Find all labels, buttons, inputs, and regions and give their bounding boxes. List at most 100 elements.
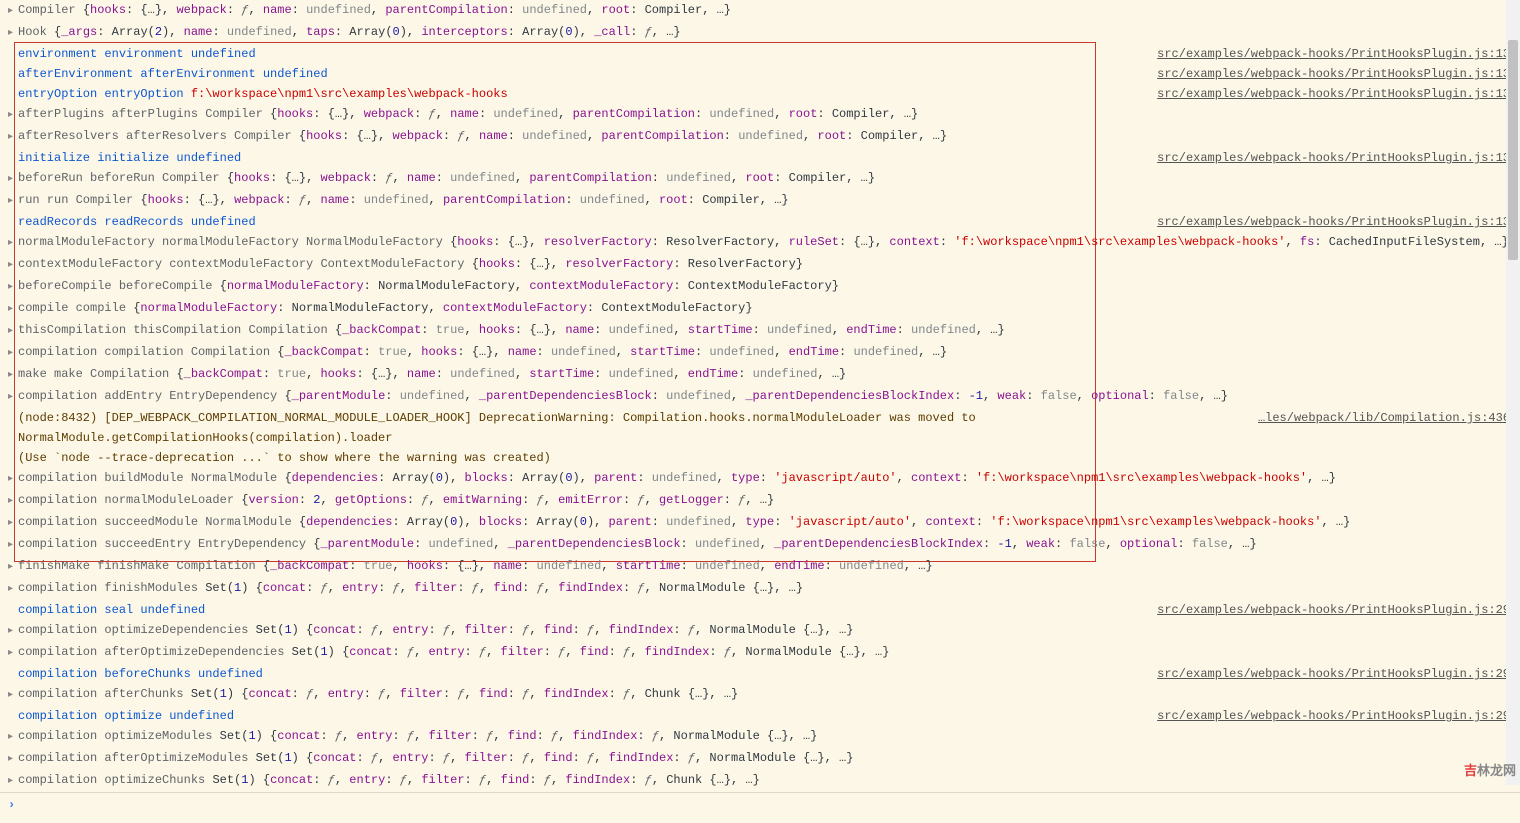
expand-icon[interactable]	[8, 578, 18, 600]
source-link[interactable]: src/examples/webpack-hooks/PrintHooksPlu…	[1157, 84, 1516, 104]
watermark-rest: 林龙网	[1477, 763, 1516, 778]
console-row[interactable]: compile compile {normalModuleFactory: No…	[0, 298, 1520, 320]
source-link[interactable]: …les/webpack/lib/Compilation.js:436	[1258, 408, 1516, 428]
console-row[interactable]: compilation succeedModule NormalModule {…	[0, 512, 1520, 534]
console-message: (node:8432) [DEP_WEBPACK_COMPILATION_NOR…	[18, 408, 1246, 448]
console-output: Compiler {hooks: {…}, webpack: ƒ, name: …	[0, 0, 1520, 823]
source-link[interactable]: src/examples/webpack-hooks/PrintHooksPlu…	[1157, 664, 1516, 684]
console-row[interactable]: compilation optimizeDependencies Set(1) …	[0, 620, 1520, 642]
source-link[interactable]: src/examples/webpack-hooks/PrintHooksPlu…	[1157, 148, 1516, 168]
console-message: beforeCompile beforeCompile {normalModul…	[18, 276, 1516, 296]
console-row[interactable]: Hook {_args: Array(2), name: undefined, …	[0, 22, 1520, 44]
console-row[interactable]: compilation addEntry EntryDependency {_p…	[0, 386, 1520, 408]
expand-icon[interactable]	[8, 104, 18, 126]
source-link[interactable]: src/examples/webpack-hooks/PrintHooksPlu…	[1157, 212, 1516, 232]
console-row[interactable]: compilation afterChunks Set(1) {concat: …	[0, 684, 1520, 706]
console-message: Hook {_args: Array(2), name: undefined, …	[18, 22, 1516, 42]
expand-icon[interactable]	[8, 232, 18, 254]
console-row[interactable]: afterPlugins afterPlugins Compiler {hook…	[0, 104, 1520, 126]
expand-icon[interactable]	[8, 620, 18, 642]
console-row[interactable]: normalModuleFactory normalModuleFactory …	[0, 232, 1520, 254]
console-message: entryOption entryOption f:\workspace\npm…	[18, 84, 1145, 104]
console-row[interactable]: compilation seal undefined src/examples/w…	[0, 600, 1520, 620]
expand-icon[interactable]	[8, 534, 18, 556]
console-row[interactable]: (Use `node --trace-deprecation ...` to s…	[0, 448, 1520, 468]
watermark-highlight: 吉	[1464, 763, 1477, 778]
console-message: compilation compilation Compilation {_ba…	[18, 342, 1516, 362]
console-row[interactable]: compilation beforeChunks undefinedsrc/ex…	[0, 664, 1520, 684]
console-message: afterPlugins afterPlugins Compiler {hook…	[18, 104, 1516, 124]
console-row[interactable]: finishMake finishMake Compilation {_back…	[0, 556, 1520, 578]
console-row[interactable]: thisCompilation thisCompilation Compilat…	[0, 320, 1520, 342]
source-link[interactable]: src/examples/webpack-hooks/PrintHooksPlu…	[1157, 600, 1516, 620]
console-row[interactable]: beforeCompile beforeCompile {normalModul…	[0, 276, 1520, 298]
console-message: compilation buildModule NormalModule {de…	[18, 468, 1516, 488]
console-row[interactable]: readRecords readRecords undefined src/exa…	[0, 212, 1520, 232]
expand-icon[interactable]	[8, 748, 18, 770]
console-message: compilation succeedModule NormalModule {…	[18, 512, 1516, 532]
console-row[interactable]: compilation optimizeModules Set(1) {conc…	[0, 726, 1520, 748]
console-message: finishMake finishMake Compilation {_back…	[18, 556, 1516, 576]
scrollbar-track[interactable]	[1506, 0, 1520, 785]
expand-icon[interactable]	[8, 726, 18, 748]
console-row[interactable]: compilation optimizeChunks Set(1) {conca…	[0, 770, 1520, 792]
console-row[interactable]: beforeRun beforeRun Compiler {hooks: {…}…	[0, 168, 1520, 190]
console-row[interactable]: (node:8432) [DEP_WEBPACK_COMPILATION_NOR…	[0, 408, 1520, 448]
console-message: initialize initialize undefined	[18, 148, 1145, 168]
console-message: (Use `node --trace-deprecation ...` to s…	[18, 448, 1516, 468]
console-row[interactable]: compilation afterOptimizeModules Set(1) …	[0, 748, 1520, 770]
expand-icon[interactable]	[8, 0, 18, 22]
console-row[interactable]: compilation compilation Compilation {_ba…	[0, 342, 1520, 364]
console-message: compilation seal undefined	[18, 600, 1145, 620]
console-row[interactable]: afterEnvironment afterEnvironment undefi…	[0, 64, 1520, 84]
console-message: compilation afterChunks Set(1) {concat: …	[18, 684, 1516, 704]
console-message: compilation optimizeChunks Set(1) {conca…	[18, 770, 1516, 790]
expand-icon[interactable]	[8, 126, 18, 148]
expand-icon[interactable]	[8, 642, 18, 664]
expand-icon[interactable]	[8, 490, 18, 512]
watermark: 吉林龙网	[1464, 761, 1516, 781]
console-message: afterResolvers afterResolvers Compiler {…	[18, 126, 1516, 146]
source-link[interactable]: src/examples/webpack-hooks/PrintHooksPlu…	[1157, 64, 1516, 84]
expand-icon[interactable]	[8, 468, 18, 490]
expand-icon[interactable]	[8, 320, 18, 342]
console-row[interactable]: contextModuleFactory contextModuleFactor…	[0, 254, 1520, 276]
expand-icon[interactable]	[8, 22, 18, 44]
expand-icon[interactable]	[8, 298, 18, 320]
console-row[interactable]: compilation optimize undefinedsrc/exampl…	[0, 706, 1520, 726]
console-row[interactable]: make make Compilation {_backCompat: true…	[0, 364, 1520, 386]
console-row[interactable]: run run Compiler {hooks: {…}, webpack: ƒ…	[0, 190, 1520, 212]
console-row[interactable]: compilation finishModules Set(1) {concat…	[0, 578, 1520, 600]
source-link[interactable]: src/examples/webpack-hooks/PrintHooksPlu…	[1157, 44, 1516, 64]
expand-icon[interactable]	[8, 770, 18, 792]
console-message: readRecords readRecords undefined	[18, 212, 1145, 232]
console-row[interactable]: compilation afterOptimizeDependencies Se…	[0, 642, 1520, 664]
expand-icon[interactable]	[8, 512, 18, 534]
console-row[interactable]: compilation normalModuleLoader {version:…	[0, 490, 1520, 512]
expand-icon[interactable]	[8, 386, 18, 408]
console-row[interactable]: environment environment undefinedsrc/exa…	[0, 44, 1520, 64]
console-message: compilation normalModuleLoader {version:…	[18, 490, 1516, 510]
console-row[interactable]: compilation buildModule NormalModule {de…	[0, 468, 1520, 490]
console-message: compilation finishModules Set(1) {concat…	[18, 578, 1516, 598]
console-message: Compiler {hooks: {…}, webpack: ƒ, name: …	[18, 0, 1516, 20]
expand-icon[interactable]	[8, 556, 18, 578]
console-message: compilation optimizeModules Set(1) {conc…	[18, 726, 1516, 746]
source-link[interactable]: src/examples/webpack-hooks/PrintHooksPlu…	[1157, 706, 1516, 726]
console-row[interactable]: Compiler {hooks: {…}, webpack: ƒ, name: …	[0, 0, 1520, 22]
console-row[interactable]: afterResolvers afterResolvers Compiler {…	[0, 126, 1520, 148]
console-row[interactable]: initialize initialize undefined src/examp…	[0, 148, 1520, 168]
expand-icon[interactable]	[8, 168, 18, 190]
console-prompt[interactable]	[0, 792, 1520, 817]
expand-icon[interactable]	[8, 684, 18, 706]
expand-icon[interactable]	[8, 342, 18, 364]
console-row[interactable]: compilation succeedEntry EntryDependency…	[0, 534, 1520, 556]
expand-icon[interactable]	[8, 364, 18, 386]
console-message: compilation afterOptimizeDependencies Se…	[18, 642, 1516, 662]
expand-icon[interactable]	[8, 190, 18, 212]
expand-icon[interactable]	[8, 254, 18, 276]
console-row[interactable]: entryOption entryOption f:\workspace\npm…	[0, 84, 1520, 104]
scrollbar-thumb[interactable]	[1508, 40, 1518, 260]
expand-icon[interactable]	[8, 276, 18, 298]
console-message: compile compile {normalModuleFactory: No…	[18, 298, 1516, 318]
